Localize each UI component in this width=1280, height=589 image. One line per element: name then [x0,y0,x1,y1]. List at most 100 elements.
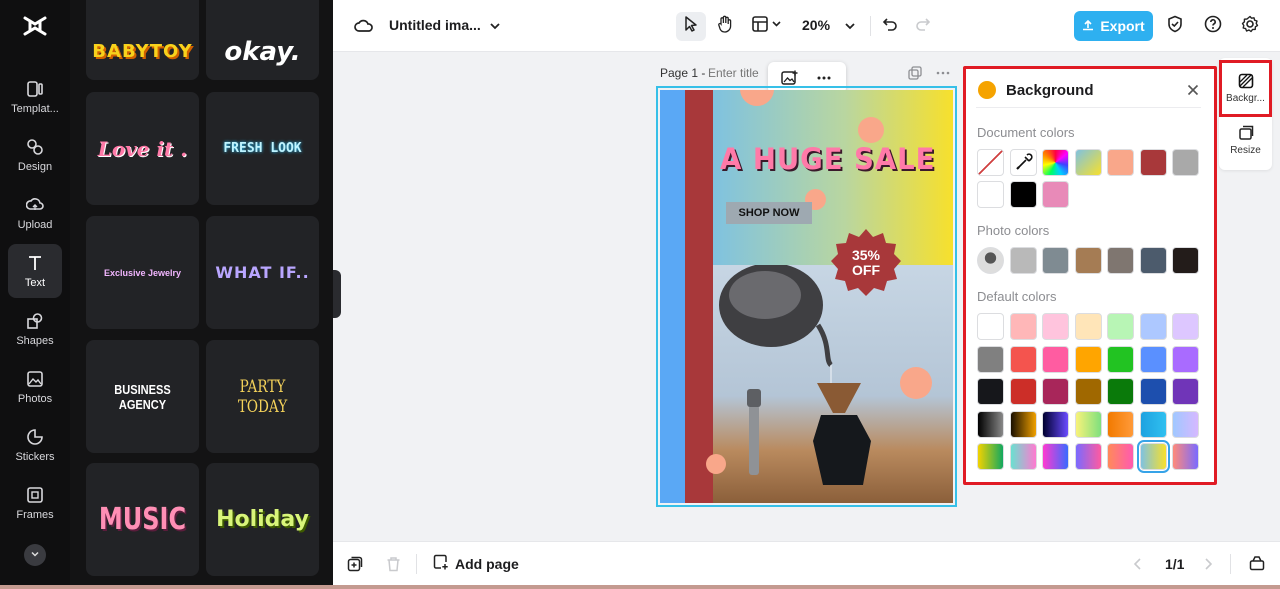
trash-icon[interactable] [386,556,401,577]
default-color-swatch[interactable] [1009,313,1037,340]
text-style-tile[interactable]: Holiday [206,463,319,576]
shop-now-text[interactable]: SHOP NOW [726,202,812,224]
default-color-swatch[interactable] [1074,443,1102,470]
default-color-swatch[interactable] [1172,443,1199,470]
shield-button[interactable] [1164,15,1186,37]
decor-circle[interactable] [858,117,884,143]
default-color-swatch[interactable] [1107,443,1134,470]
headline-text[interactable]: A HUGE SALE [720,142,939,176]
layout-dropdown-button[interactable] [749,14,785,38]
rail-item-text[interactable]: Text [8,244,62,298]
default-color-swatch[interactable] [1042,410,1069,438]
photo-color-swatch[interactable] [1139,247,1167,274]
rail-item-photos[interactable]: Photos [8,360,62,414]
document-color-swatch[interactable] [1009,181,1037,208]
default-color-swatch[interactable] [1009,443,1037,470]
default-color-swatch[interactable] [1172,410,1199,438]
rail-item-stickers[interactable]: Stickers [8,418,62,472]
more-button[interactable] [24,544,46,566]
blue-stripe[interactable] [660,90,685,503]
resize-tool-button[interactable]: Resize [1219,124,1272,156]
default-color-swatch[interactable] [1074,313,1102,340]
zoom-level[interactable]: 20% [802,17,830,33]
prev-page-icon[interactable] [1133,557,1143,576]
photo-color-swatch[interactable] [1074,247,1102,274]
default-color-swatch[interactable] [1074,345,1102,373]
cloud-icon[interactable] [353,16,375,36]
default-color-swatch[interactable] [1172,378,1199,405]
default-color-swatch[interactable] [1139,378,1167,405]
photo-color-swatch[interactable] [977,247,1004,274]
default-color-swatch[interactable] [1107,410,1134,438]
panel-collapse-handle[interactable] [333,270,341,318]
text-style-tile[interactable]: FRESH LOOK [206,92,319,205]
default-color-swatch[interactable] [1139,345,1167,373]
photo-color-swatch[interactable] [1009,247,1037,274]
default-color-swatch[interactable] [1042,443,1069,470]
pages-panel-icon[interactable] [1249,555,1265,576]
close-icon[interactable] [1184,81,1202,99]
default-color-swatch[interactable] [1172,313,1199,340]
default-color-swatch[interactable] [1139,313,1167,340]
default-color-swatch[interactable] [977,378,1004,405]
rail-item-templates[interactable]: Templat... [8,70,62,124]
document-color-swatch[interactable] [1074,149,1102,176]
chevron-down-icon[interactable] [487,17,503,35]
default-color-swatch[interactable] [1009,378,1037,405]
capcut-logo-icon[interactable] [22,14,48,38]
redo-button[interactable] [911,14,935,38]
document-color-swatch[interactable] [1042,181,1069,208]
document-color-swatch[interactable] [1042,149,1069,176]
help-button[interactable] [1202,15,1224,37]
hand-tool-button[interactable] [713,14,737,38]
photo-color-swatch[interactable] [1172,247,1199,274]
text-style-tile[interactable]: PARTY TODAY [206,340,319,453]
default-color-swatch[interactable] [977,410,1004,438]
default-color-swatch[interactable] [977,443,1004,470]
text-style-tile[interactable]: WHAT IF.. [206,216,319,329]
photo-color-swatch[interactable] [1107,247,1134,274]
add-page-button[interactable]: Add page [433,554,519,573]
default-color-swatch[interactable] [1107,345,1134,373]
default-color-swatch[interactable] [1107,313,1134,340]
rail-item-design[interactable]: Design [8,128,62,182]
design-canvas[interactable]: A HUGE SALE SHOP NOW 35% OFF [660,90,953,503]
default-color-swatch[interactable] [977,313,1004,340]
page-more-icon[interactable] [935,66,951,85]
document-color-swatch[interactable] [1139,149,1167,176]
text-style-tile[interactable]: MUSIC [86,463,199,576]
discount-badge[interactable]: 35% OFF [830,228,902,300]
default-color-swatch[interactable] [1172,345,1199,373]
chevron-down-icon[interactable] [842,17,858,35]
decor-circle[interactable] [900,367,932,399]
add-page-icon[interactable] [347,556,363,577]
default-color-swatch[interactable] [1042,345,1069,373]
text-style-tile[interactable]: okay. [206,0,319,80]
text-style-tile[interactable]: Exclusive Jewelry [86,216,199,329]
default-color-swatch[interactable] [1139,410,1167,438]
export-button[interactable]: Export [1074,11,1153,41]
rail-item-shapes[interactable]: Shapes [8,302,62,356]
document-color-swatch[interactable] [977,181,1004,208]
page-title-input[interactable] [708,64,772,82]
document-color-swatch[interactable] [1107,149,1134,176]
duplicate-page-icon[interactable] [908,66,922,85]
default-color-swatch[interactable] [1136,440,1170,473]
document-title[interactable]: Untitled ima... [389,17,481,33]
decor-circle[interactable] [706,454,726,474]
default-color-swatch[interactable] [977,345,1004,373]
settings-button[interactable] [1239,15,1261,37]
red-stripe[interactable] [685,90,713,503]
text-style-tile[interactable]: BABYTOY [86,0,199,80]
document-color-swatch[interactable] [977,149,1004,176]
default-color-swatch[interactable] [1042,378,1069,405]
default-color-swatch[interactable] [1009,345,1037,373]
text-style-tile[interactable]: BUSINESS AGENCY [86,340,199,453]
photo-color-swatch[interactable] [1042,247,1069,274]
default-color-swatch[interactable] [1009,410,1037,438]
text-style-tile[interactable]: Love it . [86,92,199,205]
rail-item-frames[interactable]: Frames [8,476,62,530]
document-color-swatch[interactable] [1009,149,1037,176]
undo-button[interactable] [878,14,902,38]
default-color-swatch[interactable] [1074,410,1102,438]
